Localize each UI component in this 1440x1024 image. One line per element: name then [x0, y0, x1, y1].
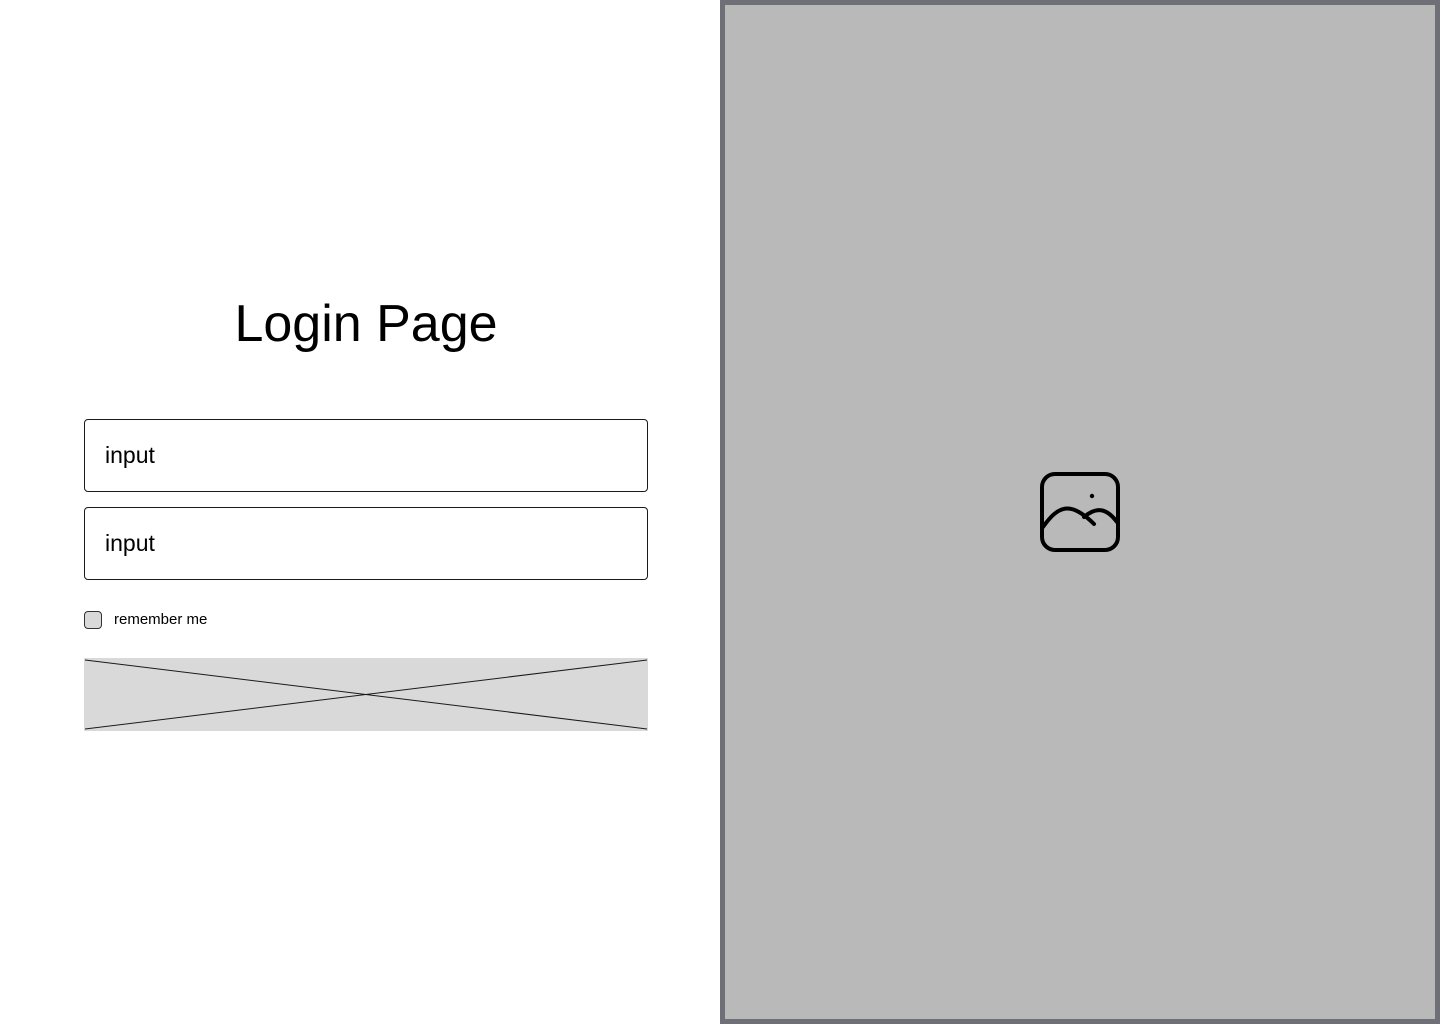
- remember-me-label: remember me: [114, 611, 208, 628]
- page-title: Login Page: [234, 295, 498, 353]
- image-icon: [1040, 472, 1120, 552]
- username-input[interactable]: [84, 419, 648, 492]
- login-button[interactable]: [84, 658, 648, 731]
- login-form-panel: Login Page remember me: [0, 0, 720, 1024]
- remember-me-checkbox[interactable]: [84, 610, 102, 629]
- hero-image-panel: [720, 0, 1440, 1024]
- password-input[interactable]: [84, 507, 648, 580]
- placeholder-cross-icon: [84, 659, 648, 730]
- login-page: Login Page remember me: [0, 0, 1440, 1024]
- remember-me-row: remember me: [84, 609, 207, 630]
